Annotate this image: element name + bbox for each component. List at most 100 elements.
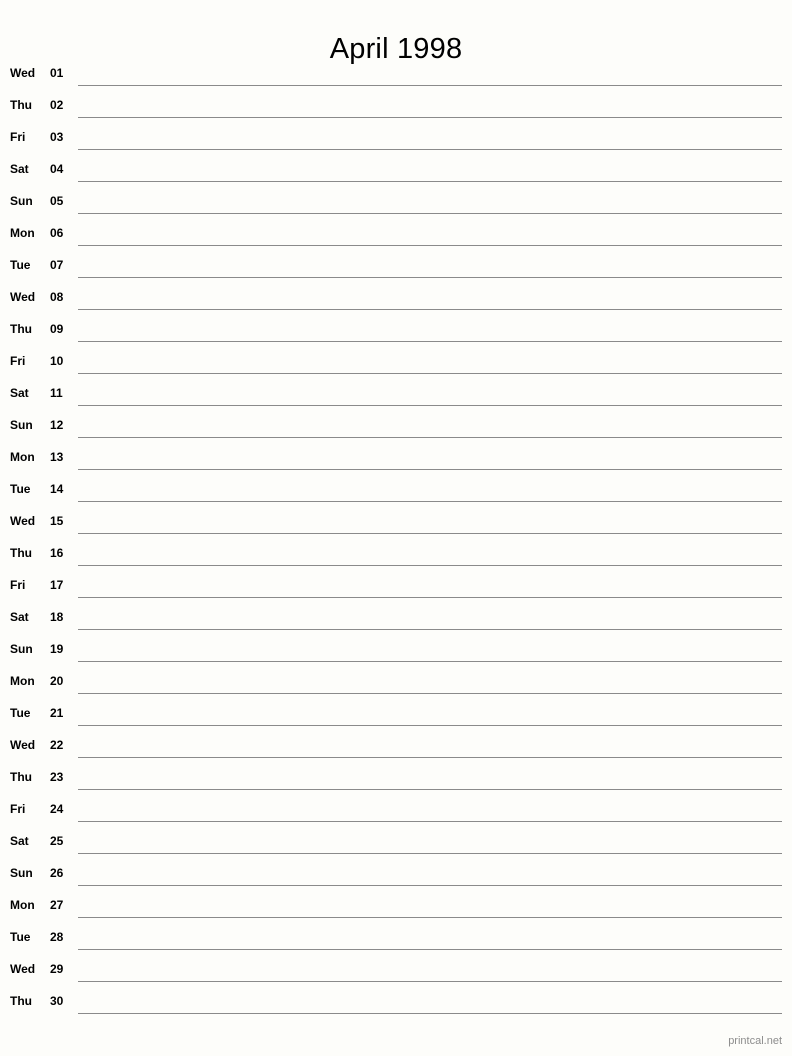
day-row: Sun 19 (0, 638, 792, 670)
weekday-label: Thu (10, 546, 32, 560)
day-row: Sat 11 (0, 382, 792, 414)
weekday-label: Wed (10, 514, 36, 528)
weekday-label: Fri (10, 578, 26, 592)
day-number-label: 24 (50, 802, 64, 816)
weekday-label: Sun (10, 194, 33, 208)
weekday-label: Sat (10, 834, 29, 848)
day-row: Sun 05 (0, 190, 792, 222)
note-writing-line[interactable] (78, 149, 782, 150)
day-row: Sat 18 (0, 606, 792, 638)
note-writing-line[interactable] (78, 725, 782, 726)
note-writing-line[interactable] (78, 661, 782, 662)
day-row: Thu 16 (0, 542, 792, 574)
note-writing-line[interactable] (78, 565, 782, 566)
weekday-label: Thu (10, 322, 32, 336)
note-writing-line[interactable] (78, 85, 782, 86)
day-row: Tue 21 (0, 702, 792, 734)
note-writing-line[interactable] (78, 917, 782, 918)
day-number-label: 23 (50, 770, 64, 784)
day-number-label: 29 (50, 962, 64, 976)
weekday-label: Thu (10, 98, 32, 112)
day-row: Wed 15 (0, 510, 792, 542)
day-number-label: 12 (50, 418, 64, 432)
day-row: Wed 01 (0, 62, 792, 94)
day-number-label: 07 (50, 258, 64, 272)
note-writing-line[interactable] (78, 949, 782, 950)
weekday-label: Sun (10, 418, 33, 432)
day-row: Thu 23 (0, 766, 792, 798)
day-row: Tue 07 (0, 254, 792, 286)
weekday-label: Tue (10, 706, 31, 720)
note-writing-line[interactable] (78, 789, 782, 790)
note-writing-line[interactable] (78, 405, 782, 406)
weekday-label: Sat (10, 386, 29, 400)
day-row: Fri 03 (0, 126, 792, 158)
day-number-label: 26 (50, 866, 64, 880)
day-row: Tue 28 (0, 926, 792, 958)
day-number-label: 19 (50, 642, 64, 656)
note-writing-line[interactable] (78, 213, 782, 214)
day-number-label: 21 (50, 706, 64, 720)
weekday-label: Wed (10, 962, 36, 976)
weekday-label: Sat (10, 610, 29, 624)
day-row-list: Wed 01 Thu 02 Fri 03 Sat 04 Sun 05 Mon 06 Tue 07 Wed 08… (0, 62, 792, 1022)
note-writing-line[interactable] (78, 437, 782, 438)
note-writing-line[interactable] (78, 501, 782, 502)
day-number-label: 25 (50, 834, 64, 848)
footer-credit: printcal.net (728, 1035, 782, 1047)
weekday-label: Wed (10, 290, 36, 304)
day-number-label: 20 (50, 674, 64, 688)
weekday-label: Tue (10, 258, 31, 272)
day-row: Thu 02 (0, 94, 792, 126)
printable-calendar-page: April 1998 Wed 01 Thu 02 Fri 03 Sat 04 Sun 05 Mon 0… (0, 0, 792, 1056)
note-writing-line[interactable] (78, 309, 782, 310)
day-number-label: 01 (50, 66, 64, 80)
note-writing-line[interactable] (78, 373, 782, 374)
note-writing-line[interactable] (78, 1013, 782, 1014)
day-row: Wed 08 (0, 286, 792, 318)
day-number-label: 17 (50, 578, 64, 592)
day-row: Mon 27 (0, 894, 792, 926)
note-writing-line[interactable] (78, 821, 782, 822)
weekday-label: Sun (10, 642, 33, 656)
weekday-label: Tue (10, 482, 31, 496)
note-writing-line[interactable] (78, 469, 782, 470)
weekday-label: Mon (10, 226, 35, 240)
day-number-label: 15 (50, 514, 64, 528)
day-number-label: 08 (50, 290, 64, 304)
note-writing-line[interactable] (78, 533, 782, 534)
day-number-label: 18 (50, 610, 64, 624)
weekday-label: Thu (10, 770, 32, 784)
day-number-label: 10 (50, 354, 64, 368)
note-writing-line[interactable] (78, 181, 782, 182)
day-row: Tue 14 (0, 478, 792, 510)
day-row: Sun 12 (0, 414, 792, 446)
note-writing-line[interactable] (78, 853, 782, 854)
day-row: Wed 22 (0, 734, 792, 766)
note-writing-line[interactable] (78, 981, 782, 982)
note-writing-line[interactable] (78, 757, 782, 758)
weekday-label: Tue (10, 930, 31, 944)
day-number-label: 06 (50, 226, 64, 240)
weekday-label: Mon (10, 898, 35, 912)
day-row: Thu 09 (0, 318, 792, 350)
day-number-label: 28 (50, 930, 64, 944)
weekday-label: Fri (10, 802, 26, 816)
day-row: Sun 26 (0, 862, 792, 894)
note-writing-line[interactable] (78, 597, 782, 598)
note-writing-line[interactable] (78, 277, 782, 278)
weekday-label: Sat (10, 162, 29, 176)
weekday-label: Mon (10, 450, 35, 464)
weekday-label: Mon (10, 674, 35, 688)
day-number-label: 02 (50, 98, 64, 112)
day-row: Thu 30 (0, 990, 792, 1022)
note-writing-line[interactable] (78, 693, 782, 694)
day-number-label: 03 (50, 130, 64, 144)
note-writing-line[interactable] (78, 117, 782, 118)
note-writing-line[interactable] (78, 885, 782, 886)
note-writing-line[interactable] (78, 245, 782, 246)
note-writing-line[interactable] (78, 629, 782, 630)
day-row: Mon 13 (0, 446, 792, 478)
note-writing-line[interactable] (78, 341, 782, 342)
day-number-label: 22 (50, 738, 64, 752)
